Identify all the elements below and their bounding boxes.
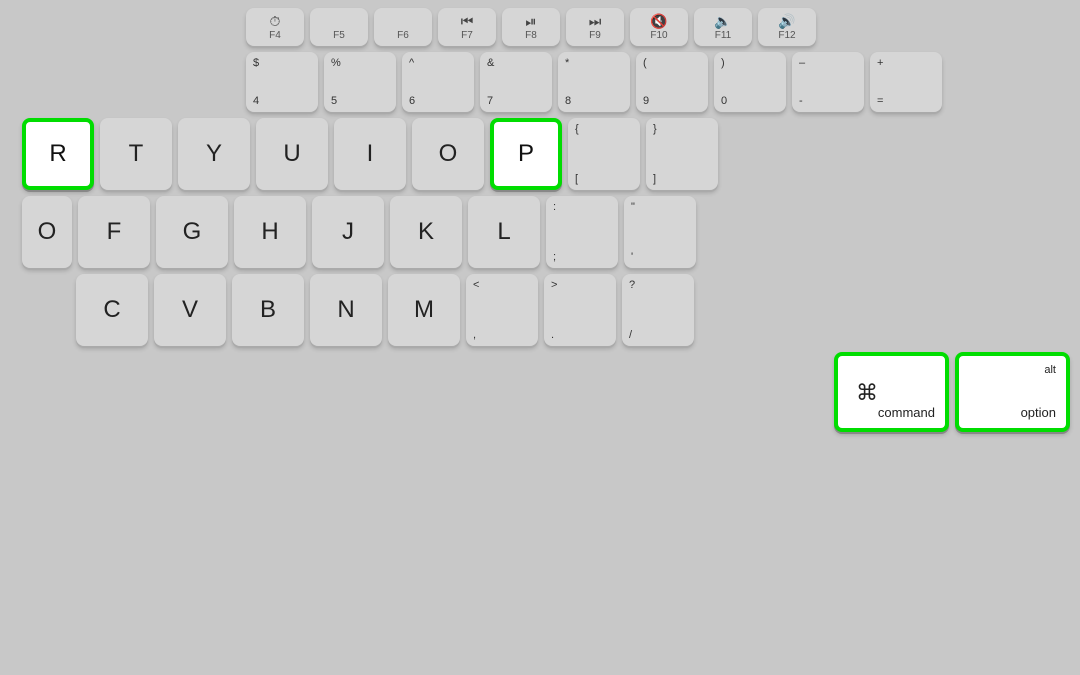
key-J[interactable]: J bbox=[312, 196, 384, 268]
key-5[interactable]: % 5 bbox=[324, 52, 396, 112]
modifier-row: ⌘ command alt option bbox=[10, 352, 1070, 432]
key-command[interactable]: ⌘ command bbox=[834, 352, 949, 432]
f9-label: F9 bbox=[589, 30, 601, 41]
key-L[interactable]: L bbox=[468, 196, 540, 268]
key-4[interactable]: $ 4 bbox=[246, 52, 318, 112]
key-bracket-l[interactable]: { [ bbox=[568, 118, 640, 190]
f4-icon: ⏱ bbox=[270, 13, 281, 30]
key-f5[interactable]: F5 bbox=[310, 8, 368, 46]
key-f11[interactable]: 🔈 F11 bbox=[694, 8, 752, 46]
key-F[interactable]: F bbox=[78, 196, 150, 268]
key-quote[interactable]: " ' bbox=[624, 196, 696, 268]
f8-label: F8 bbox=[525, 30, 537, 41]
key-minus[interactable]: – - bbox=[792, 52, 864, 112]
key-f9[interactable]: ⏭ F9 bbox=[566, 8, 624, 46]
f11-label: F11 bbox=[715, 30, 732, 41]
key-P[interactable]: P bbox=[490, 118, 562, 190]
fn-row: ⏱ F4 F5 F6 ⏮ F7 ⏯ F8 ⏭ F9 🔇 F10 bbox=[10, 8, 1070, 46]
key-U[interactable]: U bbox=[256, 118, 328, 190]
key-f7[interactable]: ⏮ F7 bbox=[438, 8, 496, 46]
f5-label: F5 bbox=[333, 30, 345, 41]
key-T[interactable]: T bbox=[100, 118, 172, 190]
key-H[interactable]: H bbox=[234, 196, 306, 268]
f12-label: F12 bbox=[778, 30, 795, 41]
key-I[interactable]: I bbox=[334, 118, 406, 190]
key-V[interactable]: V bbox=[154, 274, 226, 346]
key-N[interactable]: N bbox=[310, 274, 382, 346]
key-bracket-r[interactable]: } ] bbox=[646, 118, 718, 190]
num-row: $ 4 % 5 ^ 6 & 7 * 8 ( 9 ) 0 – - bbox=[10, 52, 1070, 112]
bottom-letters-row: C V B N M < , > . ? / bbox=[10, 274, 1070, 346]
key-9[interactable]: ( 9 bbox=[636, 52, 708, 112]
qwerty-row: R T Y U I O P { [ } ] bbox=[10, 118, 1070, 190]
key-semicolon[interactable]: : ; bbox=[546, 196, 618, 268]
f4-label: F4 bbox=[269, 30, 281, 41]
f10-label: F10 bbox=[650, 30, 667, 41]
key-G[interactable]: G bbox=[156, 196, 228, 268]
key-B[interactable]: B bbox=[232, 274, 304, 346]
key-f6[interactable]: F6 bbox=[374, 8, 432, 46]
key-6[interactable]: ^ 6 bbox=[402, 52, 474, 112]
key-f12[interactable]: 🔊 F12 bbox=[758, 8, 816, 46]
key-slash[interactable]: ? / bbox=[622, 274, 694, 346]
key-7[interactable]: & 7 bbox=[480, 52, 552, 112]
home-row: O F G H J K L : ; " ' bbox=[10, 196, 1070, 268]
key-f4[interactable]: ⏱ F4 bbox=[246, 8, 304, 46]
key-period[interactable]: > . bbox=[544, 274, 616, 346]
key-M[interactable]: M bbox=[388, 274, 460, 346]
key-f10[interactable]: 🔇 F10 bbox=[630, 8, 688, 46]
keyboard: ⏱ F4 F5 F6 ⏮ F7 ⏯ F8 ⏭ F9 🔇 F10 bbox=[0, 0, 1080, 675]
key-8[interactable]: * 8 bbox=[558, 52, 630, 112]
key-O-partial[interactable]: O bbox=[22, 196, 72, 268]
key-R[interactable]: R bbox=[22, 118, 94, 190]
key-option[interactable]: alt option bbox=[955, 352, 1070, 432]
key-f8[interactable]: ⏯ F8 bbox=[502, 8, 560, 46]
key-C[interactable]: C bbox=[76, 274, 148, 346]
key-0[interactable]: ) 0 bbox=[714, 52, 786, 112]
key-comma[interactable]: < , bbox=[466, 274, 538, 346]
f7-label: F7 bbox=[461, 30, 473, 41]
key-K[interactable]: K bbox=[390, 196, 462, 268]
key-Y[interactable]: Y bbox=[178, 118, 250, 190]
key-equals[interactable]: + = bbox=[870, 52, 942, 112]
key-O[interactable]: O bbox=[412, 118, 484, 190]
f6-label: F6 bbox=[397, 30, 409, 41]
